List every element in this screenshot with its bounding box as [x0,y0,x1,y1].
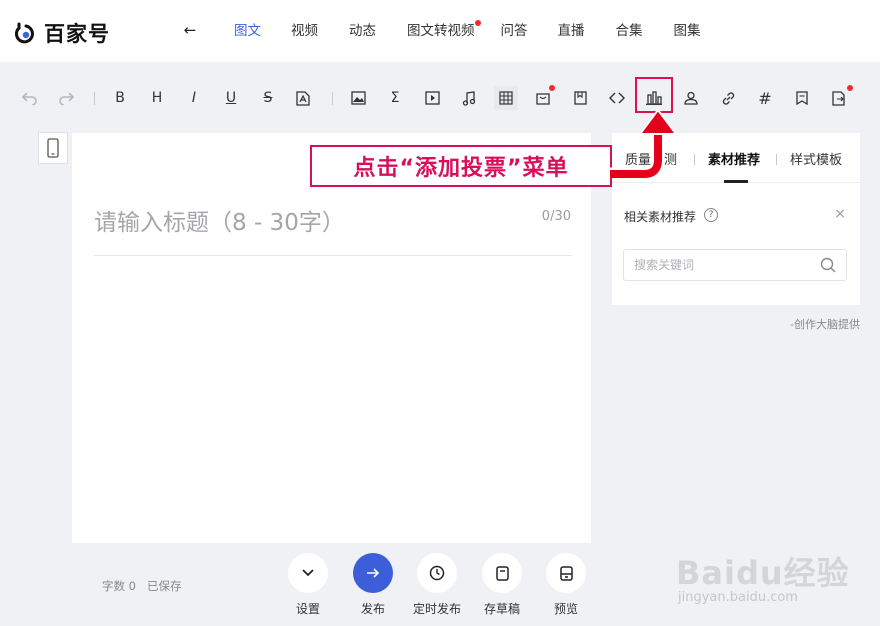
formula-icon[interactable]: Σ [383,86,407,110]
title-char-counter: 0/30 [541,209,571,224]
search-icon[interactable] [820,257,836,273]
image-icon[interactable] [346,86,370,110]
publish-button[interactable]: 发布 [343,553,403,617]
title-divider [94,255,572,256]
callout-arrow-icon [610,108,676,178]
new-badge-dot [474,20,481,26]
tab-gallery[interactable]: 图集 [674,0,701,62]
word-count-status: 字数 0 已保存 [102,578,181,594]
tab-style-template[interactable]: 样式模板 [790,149,842,168]
title-input[interactable]: 请输入标题（8 - 30字） [94,203,345,237]
material-search [623,249,847,281]
back-arrow-icon[interactable]: ← [180,20,200,40]
new-badge-dot [847,85,853,91]
strikethrough-button[interactable]: S [256,86,280,110]
panel-tab-divider [776,154,777,165]
document-import-icon[interactable] [827,85,853,110]
undo-icon[interactable] [18,86,42,110]
bold-button[interactable]: B [108,86,132,110]
product-icon[interactable] [531,85,555,110]
link-icon[interactable] [716,86,740,110]
editor-toolbar: B H I U S Σ # [0,62,880,132]
search-input[interactable] [634,258,814,272]
topic-hash-icon[interactable]: # [753,86,777,110]
chevron-down-icon [288,553,328,593]
preview-button[interactable]: 预览 [536,553,596,617]
toolbar-divider [332,92,333,105]
user-icon[interactable] [679,86,703,110]
help-icon[interactable]: ? [704,208,718,222]
tab-article-to-video[interactable]: 图文转视频 [407,0,481,62]
tab-material-recommend[interactable]: 素材推荐 [708,149,760,168]
audio-icon[interactable] [457,86,481,110]
watermark-logo: Baidu经验 [676,554,850,592]
tab-video[interactable]: 视频 [291,0,318,62]
mobile-preview-button[interactable] [38,132,68,164]
tab-dynamic[interactable]: 动态 [349,0,376,62]
redo-icon[interactable] [54,86,78,110]
tab-article[interactable]: 图文 [234,0,261,62]
underline-button[interactable]: U [219,86,243,110]
powered-by-text: -创作大脑提供 [790,318,860,331]
toolbar-divider [94,92,95,105]
editor-canvas[interactable]: 请输入标题（8 - 30字） 0/30 [72,133,591,543]
word-count: 字数 0 [102,579,136,593]
content-type-tabs: 图文 视频 动态 图文转视频 问答 直播 合集 图集 [234,0,701,62]
clear-format-icon[interactable] [291,86,315,110]
tab-collection[interactable]: 合集 [616,0,643,62]
active-tab-indicator [724,180,748,183]
save-draft-button[interactable]: 存草稿 [472,553,532,617]
settings-button[interactable]: 设置 [278,553,338,617]
heading-button[interactable]: H [145,86,169,110]
video-icon[interactable] [420,86,444,110]
save-status: 已保存 [146,579,182,593]
card-icon[interactable] [568,86,592,110]
watermark-url: jingyan.baidu.com [678,590,798,605]
new-badge-dot [549,85,555,91]
top-nav-bar: 百家号 ← 图文 视频 动态 图文转视频 问答 直播 合集 图集 [0,0,880,62]
baijiahao-logo-icon [14,22,34,44]
logo[interactable]: 百家号 [14,18,110,48]
callout-text: 点击“添加投票”菜单 [353,156,569,181]
material-recommend-label: 相关素材推荐 [624,210,697,224]
close-icon[interactable]: × [834,206,846,222]
logo-text: 百家号 [44,22,110,46]
instruction-callout: 点击“添加投票”菜单 [310,145,612,187]
phone-icon [47,138,59,158]
bookmark-icon[interactable] [790,86,814,110]
schedule-publish-button[interactable]: 定时发布 [407,553,467,617]
italic-button[interactable]: I [182,86,206,110]
tab-live[interactable]: 直播 [558,0,585,62]
panel-tab-divider [694,154,695,165]
preview-icon [546,553,586,593]
arrow-right-icon [353,553,393,593]
tab-qa[interactable]: 问答 [501,0,528,62]
clock-icon [417,553,457,593]
draft-icon [482,553,522,593]
table-icon[interactable] [494,86,518,110]
